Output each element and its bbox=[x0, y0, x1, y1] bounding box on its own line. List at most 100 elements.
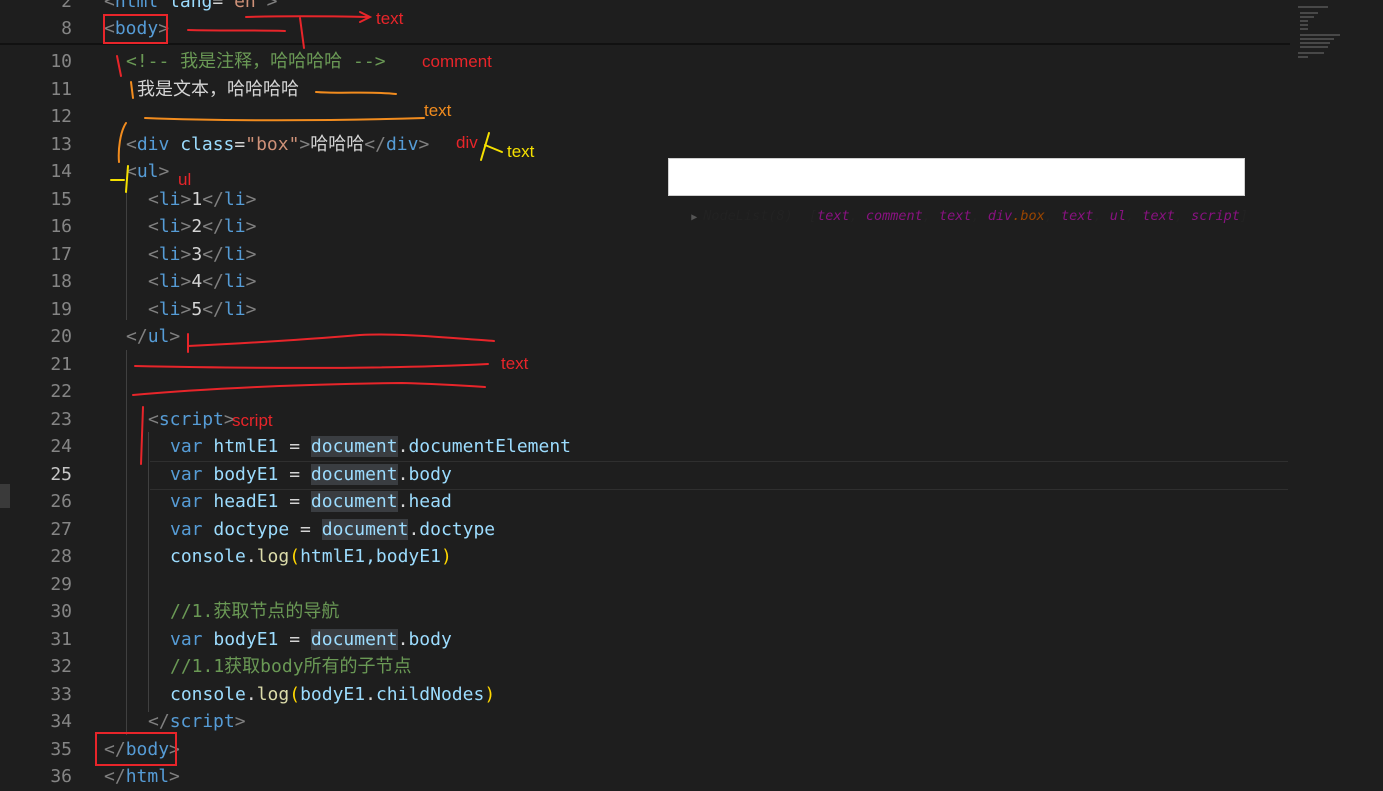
line-number: 11 bbox=[50, 78, 72, 100]
code-line[interactable]: 26 var headE1 = document.head bbox=[0, 488, 1290, 516]
annotation-label: text bbox=[501, 354, 529, 373]
line-number: 35 bbox=[50, 738, 72, 760]
code-line[interactable]: 32 //1.1获取body所有的子节点 bbox=[0, 653, 1290, 681]
sticky-scroll-header[interactable]: 8 <body> bbox=[0, 15, 1290, 45]
line-number: 22 bbox=[50, 381, 72, 402]
code-text: var bodyE1 = document.body bbox=[170, 628, 452, 650]
code-text: <div class="box">哈哈哈</div> bbox=[126, 133, 430, 155]
code-text: <li>1</li> bbox=[148, 188, 257, 210]
line-number: 12 bbox=[50, 106, 72, 127]
code-text: console.log(bodyE1.childNodes) bbox=[170, 683, 496, 705]
code-line[interactable]: 31 var bodyE1 = document.body bbox=[0, 626, 1290, 654]
minimap-line bbox=[1298, 6, 1328, 8]
code-text: <li>3</li> bbox=[148, 243, 257, 265]
line-number: 2 bbox=[61, 0, 72, 12]
code-text: <script> bbox=[148, 408, 235, 430]
line-number: 29 bbox=[50, 573, 72, 595]
line-number: 20 bbox=[50, 326, 72, 347]
code-text: var htmlE1 = document.documentElement bbox=[170, 436, 572, 457]
code-line[interactable]: 10 <!-- 我是注释，哈哈哈哈 --> bbox=[0, 48, 1290, 76]
code-line[interactable]: 11 我是文本，哈哈哈哈 bbox=[0, 76, 1290, 104]
annotation-label: script bbox=[232, 411, 273, 430]
console-nodelist-output[interactable]: ▶ NodeList(8) [text, comment, text, div.b… bbox=[668, 158, 1248, 224]
line-number: 27 bbox=[50, 518, 72, 540]
nodelist-label: NodeList(8) bbox=[703, 208, 793, 224]
line-number: 34 bbox=[50, 711, 72, 732]
annotation-label: text bbox=[507, 142, 535, 161]
node-item: comment bbox=[865, 208, 923, 224]
expand-triangle-icon[interactable]: ▶ bbox=[691, 212, 697, 223]
line-number: 25 bbox=[50, 463, 72, 485]
code-line[interactable]: 18 <li>4</li> bbox=[0, 268, 1290, 296]
node-item: text bbox=[1061, 208, 1094, 224]
annotation-label: text bbox=[376, 9, 404, 28]
code-text: var doctype = document.doctype bbox=[170, 518, 496, 540]
minimap-line bbox=[1300, 24, 1308, 26]
code-line[interactable]: 35 </body> bbox=[0, 736, 1290, 764]
code-line[interactable]: 12 bbox=[0, 103, 1290, 131]
code-line-active[interactable]: 25 var bodyE1 = document.body bbox=[0, 461, 1290, 489]
minimap-line bbox=[1300, 34, 1340, 36]
code-line[interactable]: 28 console.log(htmlE1,bodyE1) bbox=[0, 543, 1290, 571]
minimap-line bbox=[1300, 16, 1314, 18]
code-line[interactable]: 30 //1.获取节点的导航 bbox=[0, 598, 1290, 626]
line-number: 10 bbox=[50, 51, 72, 72]
code-text: <li>4</li> bbox=[148, 271, 257, 292]
code-text: </script> bbox=[148, 711, 246, 732]
code-line[interactable]: 24 var htmlE1 = document.documentElement bbox=[0, 433, 1290, 461]
code-editor[interactable]: 2 <html lang="en"> 8 <body> 10 <!-- 我是注释… bbox=[0, 0, 1290, 787]
node-item: ul bbox=[1109, 208, 1127, 224]
code-text: </body> bbox=[104, 738, 180, 760]
minimap[interactable] bbox=[1290, 0, 1383, 783]
code-line[interactable]: 20 </ul> bbox=[0, 323, 1290, 351]
folding-marker[interactable] bbox=[0, 484, 10, 508]
line-number: 23 bbox=[50, 408, 72, 430]
minimap-line bbox=[1300, 20, 1308, 22]
code-line[interactable]: 29 bbox=[0, 571, 1290, 599]
code-text: <li>2</li> bbox=[148, 216, 257, 237]
code-line[interactable]: 21 bbox=[0, 351, 1290, 379]
code-line[interactable]: 19 <li>5</li> bbox=[0, 296, 1290, 324]
line-number: 8 bbox=[61, 18, 72, 39]
node-item: script bbox=[1191, 208, 1240, 224]
code-line[interactable]: 27 var doctype = document.doctype bbox=[0, 516, 1290, 544]
code-line[interactable]: 33 console.log(bodyE1.childNodes) bbox=[0, 681, 1290, 709]
line-number: 33 bbox=[50, 683, 72, 705]
annotation-label: div bbox=[456, 133, 478, 152]
sticky-code: <html lang="en"> bbox=[104, 0, 278, 12]
line-number: 17 bbox=[50, 243, 72, 265]
line-number: 13 bbox=[50, 133, 72, 155]
code-text: var bodyE1 = document.body bbox=[170, 463, 452, 485]
code-text: <ul> bbox=[126, 161, 170, 182]
line-number: 19 bbox=[50, 298, 72, 320]
code-text: 我是文本，哈哈哈哈 bbox=[137, 78, 299, 100]
line-number: 14 bbox=[50, 161, 72, 182]
code-text: //1.获取节点的导航 bbox=[170, 601, 340, 622]
code-line[interactable]: 13 <div class="box">哈哈哈</div> bbox=[0, 131, 1290, 159]
code-line[interactable]: 23 <script> bbox=[0, 406, 1290, 434]
code-line[interactable]: 17 <li>3</li> bbox=[0, 241, 1290, 269]
sticky-code-body: <body> bbox=[104, 18, 170, 39]
node-class: .box bbox=[1012, 208, 1045, 224]
code-line[interactable]: 34 </script> bbox=[0, 708, 1290, 736]
line-number: 32 bbox=[50, 656, 72, 677]
minimap-line bbox=[1298, 52, 1324, 54]
code-line[interactable]: 36 </html> bbox=[0, 763, 1290, 791]
sticky-line-2[interactable]: 2 <html lang="en"> bbox=[0, 0, 1290, 16]
code-text: //1.1获取body所有的子节点 bbox=[170, 656, 412, 677]
code-text: var headE1 = document.head bbox=[170, 491, 452, 512]
minimap-line bbox=[1298, 56, 1308, 58]
code-text: <!-- 我是注释，哈哈哈哈 --> bbox=[126, 51, 386, 72]
line-number: 36 bbox=[50, 766, 72, 787]
node-item: div bbox=[987, 208, 1013, 224]
line-number: 30 bbox=[50, 601, 72, 622]
line-number: 15 bbox=[50, 188, 72, 210]
code-text: </ul> bbox=[126, 326, 181, 347]
minimap-line bbox=[1300, 12, 1318, 14]
minimap-line bbox=[1300, 28, 1308, 30]
node-item: text bbox=[817, 208, 850, 224]
annotation-label: ul bbox=[178, 170, 192, 189]
node-item: text bbox=[1142, 208, 1175, 224]
code-line[interactable]: 22 bbox=[0, 378, 1290, 406]
minimap-line bbox=[1300, 42, 1330, 44]
